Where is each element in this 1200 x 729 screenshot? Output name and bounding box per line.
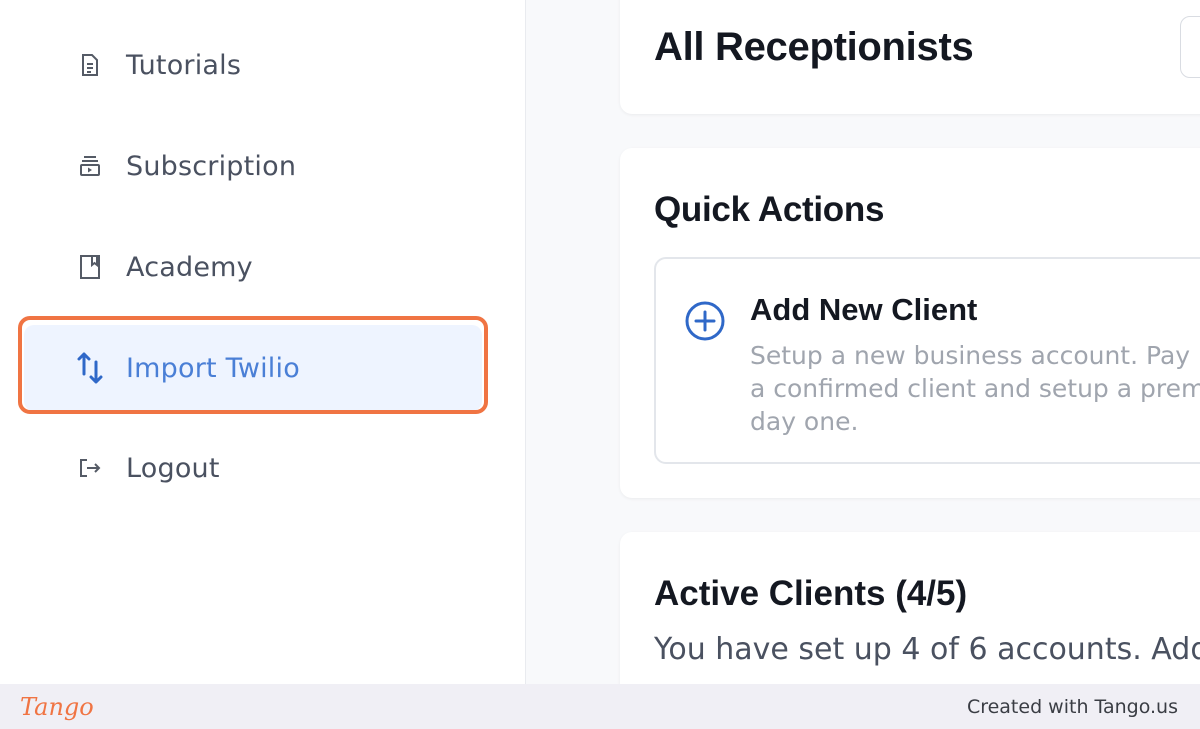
quick-actions-title: Quick Actions [654, 190, 885, 229]
sidebar-item-academy[interactable]: Academy [24, 224, 482, 310]
footer-credit[interactable]: Created with Tango.us [967, 696, 1178, 718]
tango-logo[interactable]: Tango [20, 693, 94, 721]
active-clients-title: Active Clients (4/5) [654, 574, 968, 613]
app-viewport: Tutorials Subscription Academy Import Tw… [0, 0, 1200, 684]
sidebar-item-subscription[interactable]: Subscription [24, 123, 482, 209]
tango-footer: Tango Created with Tango.us [0, 684, 1200, 729]
document-icon [76, 51, 104, 79]
sidebar-item-import-twilio[interactable]: Import Twilio [24, 325, 482, 411]
sidebar-item-logout[interactable]: Logout [24, 425, 482, 511]
sidebar-item-label: Logout [126, 452, 220, 484]
logout-icon [76, 454, 104, 482]
header-card: All Receptionists [620, 0, 1200, 114]
book-icon [76, 253, 104, 281]
sidebar-item-label: Subscription [126, 150, 297, 182]
active-clients-description: You have set up 4 of 6 accounts. Add [654, 632, 1200, 667]
sidebar-item-label: Import Twilio [126, 352, 300, 384]
add-new-client-description: Setup a new business account. Pay a conf… [750, 341, 1200, 436]
swap-vertical-icon [76, 352, 104, 384]
sidebar: Tutorials Subscription Academy Import Tw… [0, 0, 526, 684]
subscription-icon [76, 152, 104, 180]
page-title: All Receptionists [654, 25, 974, 69]
sidebar-item-label: Academy [126, 251, 253, 283]
header-action-button[interactable] [1180, 16, 1200, 78]
add-circle-icon [685, 301, 725, 341]
sidebar-item-label: Tutorials [126, 49, 242, 81]
add-new-client-title: Add New Client [750, 292, 978, 327]
sidebar-item-tutorials[interactable]: Tutorials [24, 22, 482, 108]
